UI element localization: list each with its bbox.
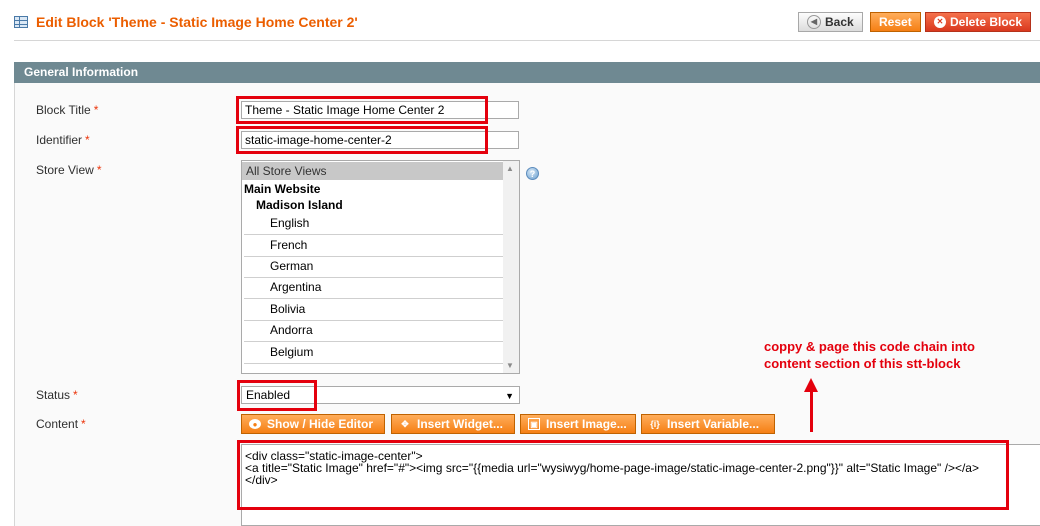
insert-variable-button[interactable]: {i} Insert Variable...: [641, 414, 775, 434]
option-divider: [244, 320, 504, 321]
content-label-text: Content: [36, 417, 79, 431]
store-view-label-text: Store View: [36, 163, 94, 177]
option-divider: [244, 298, 504, 299]
header-divider: [14, 40, 1040, 41]
option-divider: [244, 363, 504, 364]
insert-variable-label: Insert Variable...: [667, 417, 760, 431]
status-label: Status *: [36, 388, 78, 402]
reset-button-label: Reset: [879, 15, 912, 29]
option-divider: [244, 256, 504, 257]
insert-widget-button[interactable]: ✥ Insert Widget...: [391, 414, 515, 434]
store-group-main-website: Main Website: [244, 182, 321, 196]
page-title-text: Edit Block 'Theme - Static Image Home Ce…: [36, 14, 358, 30]
store-option-argentina[interactable]: Argentina: [242, 280, 519, 294]
back-button-label: Back: [825, 15, 854, 29]
delete-button-label: Delete Block: [950, 15, 1023, 29]
option-divider: [244, 234, 504, 235]
image-icon: ▣: [528, 418, 540, 430]
highlight-content: [237, 440, 1009, 510]
highlight-block-title: [236, 96, 488, 124]
store-option-andorra[interactable]: Andorra: [242, 323, 519, 337]
annotation-arrow-shaft: [810, 390, 813, 432]
store-option-belgium[interactable]: Belgium: [242, 345, 519, 359]
store-view-multiselect[interactable]: All Store Views Main Website Madison Isl…: [241, 160, 520, 374]
insert-image-button[interactable]: ▣ Insert Image...: [520, 414, 636, 434]
store-option-english[interactable]: English: [242, 216, 519, 230]
store-view-label: Store View *: [36, 163, 101, 177]
dropdown-arrow-icon: ▼: [505, 391, 514, 401]
required-mark: *: [81, 417, 86, 431]
store-option-all[interactable]: All Store Views: [242, 162, 504, 180]
store-option-german[interactable]: German: [242, 259, 519, 273]
help-icon[interactable]: ?: [526, 167, 539, 180]
store-option-bolivia[interactable]: Bolivia: [242, 302, 519, 316]
status-label-text: Status: [36, 388, 71, 402]
back-arrow-icon: ◀: [807, 15, 821, 29]
highlight-identifier: [236, 126, 488, 154]
block-title-label-text: Block Title: [36, 103, 91, 117]
option-divider: [244, 277, 504, 278]
identifier-label-text: Identifier: [36, 133, 83, 147]
show-hide-editor-label: Show / Hide Editor: [267, 417, 374, 431]
store-option-french[interactable]: French: [242, 238, 519, 252]
section-header: General Information: [14, 62, 1040, 83]
eye-icon: ●: [249, 419, 261, 429]
required-mark: *: [96, 163, 102, 177]
content-label: Content *: [36, 417, 86, 431]
required-mark: *: [73, 388, 78, 402]
store-group-madison-island: Madison Island: [256, 198, 343, 212]
grid-icon: [14, 16, 28, 28]
scroll-down-icon[interactable]: ▼: [506, 361, 514, 370]
option-divider: [244, 341, 504, 342]
insert-image-label: Insert Image...: [546, 417, 627, 431]
multiselect-scrollbar[interactable]: ▲ ▼: [503, 161, 519, 373]
delete-icon: ✕: [934, 16, 946, 28]
required-mark: *: [85, 133, 90, 147]
variable-icon: {i}: [650, 419, 660, 429]
required-mark: *: [93, 103, 99, 117]
block-title-label: Block Title *: [36, 103, 98, 117]
page-title: Edit Block 'Theme - Static Image Home Ce…: [14, 14, 358, 30]
back-button[interactable]: ◀ Back: [798, 12, 863, 32]
scroll-up-icon[interactable]: ▲: [506, 164, 514, 173]
identifier-label: Identifier *: [36, 133, 90, 147]
delete-block-button[interactable]: ✕ Delete Block: [925, 12, 1032, 32]
annotation-line-1: coppy & page this code chain into: [764, 339, 975, 354]
widget-icon: ✥: [401, 418, 409, 429]
highlight-status: [237, 380, 317, 411]
insert-widget-label: Insert Widget...: [417, 417, 503, 431]
reset-button[interactable]: Reset: [870, 12, 921, 32]
annotation-note: coppy & page this code chain into conten…: [764, 338, 975, 372]
show-hide-editor-button[interactable]: ● Show / Hide Editor: [241, 414, 385, 434]
annotation-line-2: content section of this stt-block: [764, 356, 961, 371]
